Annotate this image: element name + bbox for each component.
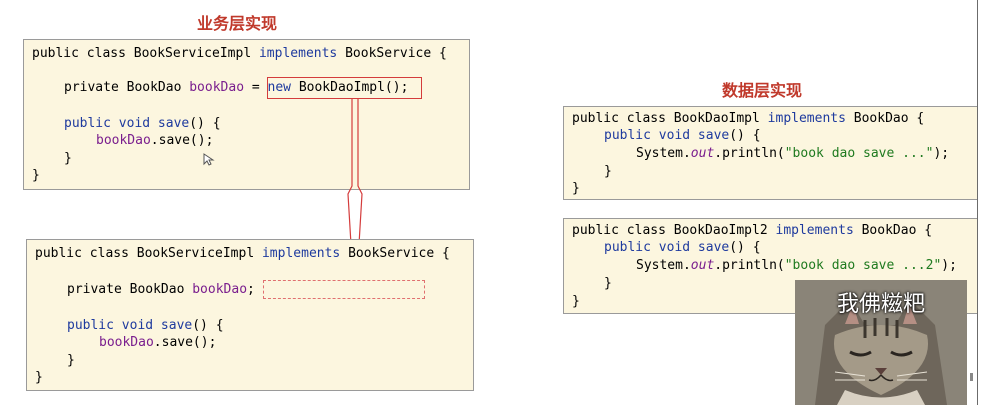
code-block-dao-impl: public class BookDaoImpl implements Book…	[563, 106, 978, 200]
mouse-cursor-icon	[203, 153, 215, 166]
business-layer-title: 业务层实现	[197, 14, 278, 33]
code-line-println: System.out.println("book dao save ...2")…	[636, 258, 957, 273]
code-line-class-decl: public class BookDaoImpl2 implements Boo…	[572, 223, 933, 238]
code-line-method-close: }	[64, 151, 72, 166]
code-line-method-call: bookDao.save();	[96, 133, 214, 148]
code-line-class-decl: public class BookServiceImpl implements …	[32, 46, 447, 61]
code-line-method-decl: public void save() {	[604, 240, 761, 255]
sticker-caption: 我佛糍粑	[836, 292, 925, 317]
window-edge-divider	[977, 0, 978, 405]
code-line-method-call: bookDao.save();	[99, 335, 217, 350]
code-line-field-decl: private BookDao bookDao;	[67, 282, 255, 297]
edge-marker	[970, 373, 973, 381]
code-line-method-decl: public void save() {	[604, 128, 761, 143]
code-line-method-decl: public void save() {	[67, 318, 224, 333]
code-line-class-close: }	[572, 294, 580, 309]
code-line-println: System.out.println("book dao save ...");	[636, 146, 950, 161]
code-block-service-impl-decoupled: public class BookServiceImpl implements …	[26, 239, 474, 391]
code-line-class-close: }	[32, 168, 40, 183]
removed-instance-placeholder	[263, 280, 425, 299]
data-layer-title: 数据层实现	[722, 81, 803, 100]
code-line-method-decl: public void save() {	[64, 116, 221, 131]
code-line-method-close: }	[604, 164, 612, 179]
new-instance-highlight	[267, 77, 422, 99]
code-block-service-impl-original: public class BookServiceImpl implements …	[23, 39, 470, 190]
code-line-class-close: }	[35, 370, 43, 385]
code-line-class-decl: public class BookServiceImpl implements …	[35, 246, 450, 261]
code-line-method-close: }	[67, 353, 75, 368]
cat-sticker: 我佛糍粑	[795, 280, 967, 405]
code-line-class-close: }	[572, 181, 580, 196]
code-line-method-close: }	[604, 276, 612, 291]
code-line-class-decl: public class BookDaoImpl implements Book…	[572, 111, 925, 126]
